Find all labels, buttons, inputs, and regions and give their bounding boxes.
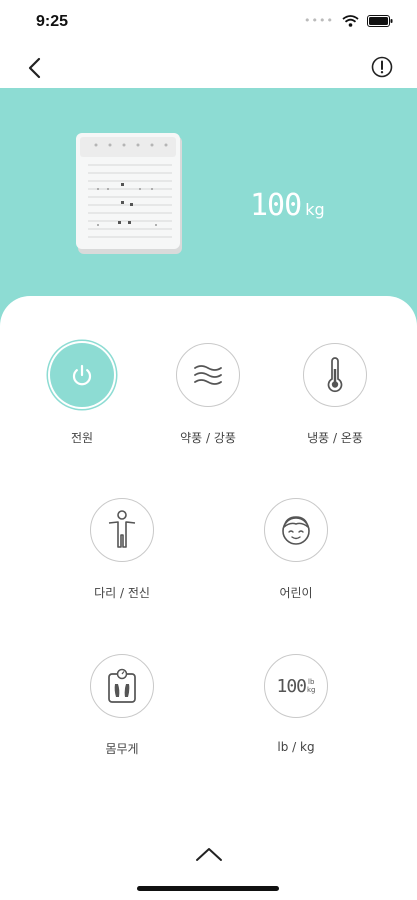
unit-toggle-button[interactable]: 100 lb kg lb / kg [236, 654, 356, 754]
child-mode-button[interactable]: 어린이 [236, 498, 356, 601]
chevron-left-icon [28, 57, 41, 79]
body-mode-button[interactable]: 다리 / 전신 [62, 498, 182, 601]
status-time: 9:25 [36, 13, 69, 30]
power-label: 전원 [70, 431, 94, 445]
child-mode-label: 어린이 [279, 586, 313, 600]
body-mode-circle [90, 498, 154, 562]
unit-display-icon: 100 lb kg [276, 676, 315, 697]
body-mode-label: 다리 / 전신 [94, 586, 150, 600]
power-button-circle [50, 343, 114, 407]
info-button[interactable] [371, 56, 393, 78]
air-dryer-device-image [76, 133, 182, 254]
child-face-icon [282, 516, 310, 545]
scale-icon [108, 668, 136, 703]
temperature-circle [303, 343, 367, 407]
unit-icon-kg: kg [307, 686, 316, 694]
nav-bar [0, 46, 417, 88]
temperature-label: 냉풍 / 온풍 [307, 431, 363, 445]
thermometer-icon [327, 357, 343, 393]
wifi-icon [342, 14, 359, 27]
weight-unit: kg [305, 200, 325, 219]
wind-waves-icon [194, 365, 222, 385]
info-icon [371, 56, 393, 78]
weight-value: 100 [250, 188, 302, 223]
back-button[interactable] [20, 54, 50, 82]
battery-icon [367, 14, 393, 27]
unit-icon-lb: lb [308, 678, 315, 686]
weight-label: 몸무게 [105, 742, 139, 756]
wind-strength-circle [176, 343, 240, 407]
weight-button[interactable]: 몸무게 [62, 654, 182, 757]
chevron-up-icon [196, 848, 222, 861]
collapse-button[interactable] [194, 845, 224, 863]
cellular-signal-icon: •••• [304, 14, 334, 27]
home-indicator [137, 886, 279, 891]
unit-toggle-circle: 100 lb kg [264, 654, 328, 718]
status-bar: 9:25 •••• [0, 0, 417, 46]
power-icon [72, 364, 92, 386]
child-mode-circle [264, 498, 328, 562]
power-button[interactable]: 전원 [22, 343, 142, 446]
wind-strength-button[interactable]: 약풍 / 강풍 [148, 343, 268, 446]
unit-toggle-label: lb / kg [277, 740, 315, 754]
unit-icon-digits: 100 [276, 675, 306, 697]
weight-readout: 100 kg [250, 188, 325, 223]
status-icons: •••• [304, 14, 393, 27]
temperature-button[interactable]: 냉풍 / 온풍 [275, 343, 395, 446]
wind-strength-label: 약풍 / 강풍 [180, 431, 236, 445]
weight-circle [90, 654, 154, 718]
person-icon [108, 510, 136, 548]
